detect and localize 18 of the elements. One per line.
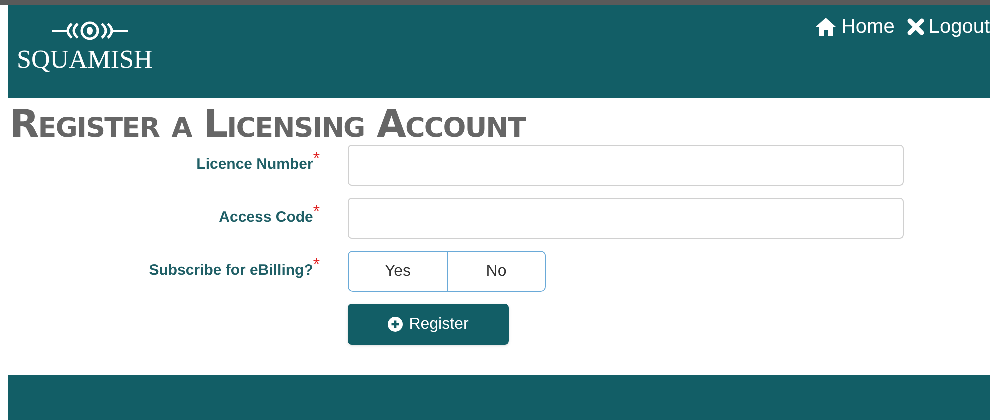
toggle-option[interactable]: No <box>447 252 545 291</box>
home-link[interactable]: Home <box>815 17 895 37</box>
logo-icon <box>50 21 130 41</box>
required-asterisk: * <box>313 256 320 274</box>
close-icon <box>906 18 925 36</box>
plus-circle-icon <box>388 317 404 332</box>
field-label: Licence Number <box>196 155 314 176</box>
page-title: Register a Licensing Account <box>10 103 527 145</box>
field-label: Access Code <box>219 208 314 228</box>
required-asterisk: * <box>313 150 320 168</box>
home-icon <box>815 17 838 37</box>
logout-link[interactable]: Logout <box>906 17 990 37</box>
required-asterisk: * <box>313 203 320 220</box>
input-field[interactable] <box>348 145 904 186</box>
register-button[interactable]: Register <box>348 304 509 345</box>
logo-text: SQUAMISH <box>17 47 153 73</box>
input-field[interactable] <box>348 198 904 239</box>
field-label: Subscribe for eBilling? <box>149 261 314 282</box>
